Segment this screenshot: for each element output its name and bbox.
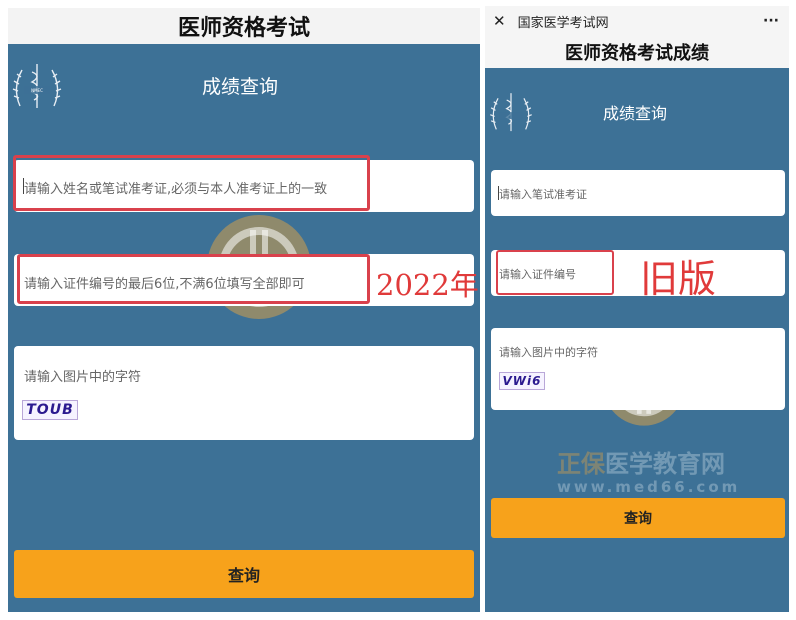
captcha-placeholder: 请输入图片中的字符 <box>24 370 142 385</box>
query-title: 成绩查询 <box>202 76 279 98</box>
app-title: 医师资格考试 <box>177 16 310 41</box>
old-version-panel: ✕ 国家医学考试网 ··· 医师资格考试成绩 成绩查询 正保医学教育网 www.… <box>485 6 789 612</box>
captcha-image[interactable]: VWi6 <box>499 372 545 390</box>
highlight-box-field-1 <box>13 155 370 211</box>
window-title: 国家医学考试网 <box>517 15 609 31</box>
watermark-brand: 正保医学教育网 <box>557 450 725 478</box>
exam-id-placeholder: 请输入笔试准考证 <box>499 188 587 201</box>
version-annotation-label: 2022年 <box>376 268 479 302</box>
watermark-url: www.med66.com <box>557 478 741 496</box>
captcha-input[interactable]: 请输入图片中的字符 TOUB <box>14 346 474 440</box>
query-submit-button[interactable]: 查询 <box>14 550 474 598</box>
browser-title-bar: ✕ 国家医学考试网 ··· <box>485 6 789 36</box>
app-title-bar: 医师资格考试成绩 <box>485 36 789 68</box>
svg-text:NMEC: NMEC <box>31 88 43 93</box>
app-title-bar: 医师资格考试 <box>8 8 480 44</box>
medical-emblem-icon: NMEC <box>12 64 62 108</box>
captcha-placeholder: 请输入图片中的字符 <box>499 346 598 359</box>
highlight-box-field-2 <box>17 254 370 304</box>
captcha-input[interactable]: 请输入图片中的字符 VWi6 <box>491 328 785 410</box>
new-version-panel: 医师资格考试 NMEC 成绩查询 正保医学教育网 www.med66.com 请… <box>8 8 480 612</box>
query-submit-button[interactable]: 查询 <box>491 498 785 538</box>
more-options-icon[interactable]: ··· <box>763 13 779 29</box>
medical-emblem-icon <box>490 93 532 132</box>
app-title: 医师资格考试成绩 <box>565 43 709 64</box>
captcha-image[interactable]: TOUB <box>22 400 78 420</box>
exam-id-input[interactable]: 请输入笔试准考证 <box>491 170 785 216</box>
form-body: 成绩查询 正保医学教育网 www.med66.com 请输入笔试准考证 请输入证… <box>485 68 789 612</box>
close-icon[interactable]: ✕ <box>493 12 506 30</box>
query-title: 成绩查询 <box>603 104 668 123</box>
version-annotation-label: 旧版 <box>640 257 717 301</box>
highlight-box-field-2 <box>496 250 614 295</box>
